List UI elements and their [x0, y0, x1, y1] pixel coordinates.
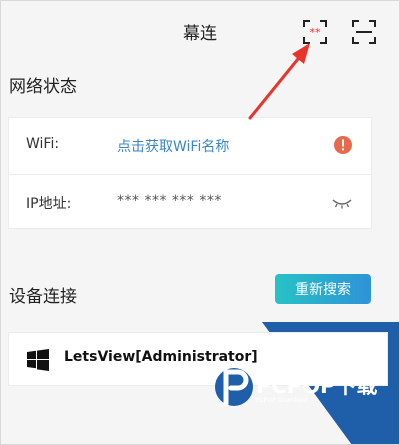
annotation-arrow — [248, 43, 310, 120]
